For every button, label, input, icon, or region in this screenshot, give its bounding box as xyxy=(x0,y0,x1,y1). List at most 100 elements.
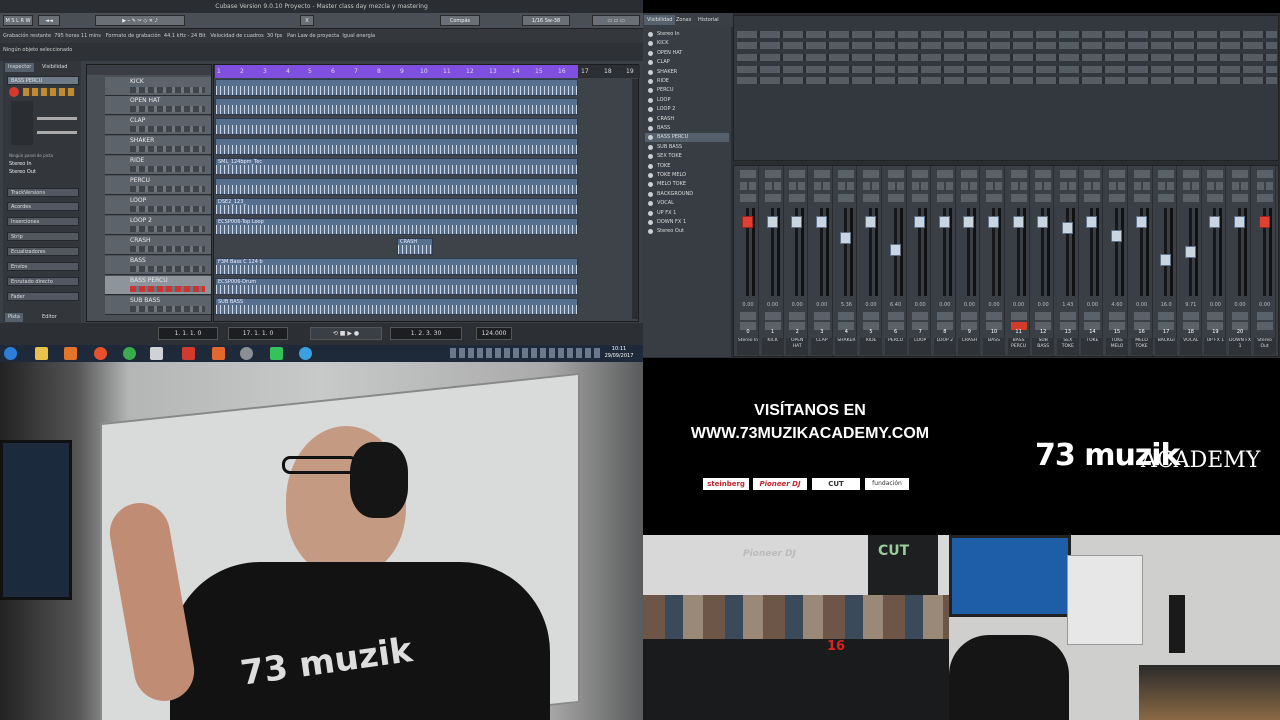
channel-name[interactable]: SUB BASS xyxy=(1032,338,1055,355)
solo-button[interactable] xyxy=(872,182,879,190)
solo-button[interactable] xyxy=(896,182,904,190)
solo-button[interactable] xyxy=(1093,182,1101,190)
monitor-button[interactable] xyxy=(1158,312,1175,320)
monitor-button[interactable] xyxy=(1256,312,1273,320)
track-row[interactable]: LOOP xyxy=(105,196,211,215)
windows-start-icon[interactable] xyxy=(4,347,17,360)
visibility-item[interactable]: MELO TOKE xyxy=(645,180,729,189)
grid-mode-select[interactable]: Compás xyxy=(440,15,480,26)
channel-name[interactable]: LOOP xyxy=(909,338,932,355)
input-slot[interactable] xyxy=(764,170,781,178)
pan-control[interactable] xyxy=(986,194,1002,202)
visibility-item[interactable]: LOOP xyxy=(645,96,729,105)
mute-button[interactable] xyxy=(1158,182,1166,190)
mute-button[interactable] xyxy=(936,182,944,190)
visibility-item[interactable]: TOKE MELO xyxy=(645,171,729,180)
solo-button[interactable] xyxy=(970,182,978,190)
visibility-item[interactable]: Stereo Out xyxy=(645,227,729,236)
input-slot[interactable] xyxy=(1059,170,1076,178)
channel-name[interactable]: Stereo In xyxy=(737,338,759,355)
fader-cap[interactable] xyxy=(1037,216,1049,228)
track-buttons[interactable] xyxy=(130,206,205,212)
pan-control[interactable] xyxy=(1059,194,1076,202)
solo-button[interactable] xyxy=(1044,182,1052,190)
channel-name[interactable]: CLAP xyxy=(810,338,833,355)
monitor-button[interactable] xyxy=(740,312,756,320)
solo-button[interactable] xyxy=(945,182,953,190)
visibility-item[interactable]: SEX TOKE xyxy=(645,152,729,161)
pan-control[interactable] xyxy=(813,194,830,202)
pan-control[interactable] xyxy=(961,194,978,202)
tab-visibility[interactable]: Visibilidad xyxy=(39,63,70,72)
track-buttons[interactable] xyxy=(130,266,205,272)
pan-control[interactable] xyxy=(1232,194,1248,202)
fader-cap[interactable] xyxy=(1086,216,1098,228)
track-row[interactable]: BASS xyxy=(105,256,211,275)
tool-buttons[interactable]: ▶ ⎯ ✎ ✂ ◇ ✕ ♪ xyxy=(95,15,185,26)
app-orange-icon[interactable] xyxy=(212,347,225,360)
solo-button[interactable] xyxy=(1142,182,1150,190)
monitor-button[interactable] xyxy=(986,312,1002,320)
channel-name[interactable]: MELO TOKE xyxy=(1130,338,1153,355)
mute-button[interactable] xyxy=(1109,182,1116,190)
monitor-button[interactable] xyxy=(887,312,904,320)
visibility-item[interactable]: TOKE xyxy=(645,162,729,171)
monitor-button[interactable] xyxy=(1059,312,1076,320)
monitor-button[interactable] xyxy=(813,312,830,320)
tempo-display[interactable]: 124.000 xyxy=(476,327,512,340)
monitor-button[interactable] xyxy=(1084,312,1101,320)
pan-control[interactable] xyxy=(1158,194,1175,202)
pan-control[interactable] xyxy=(1010,194,1027,202)
output-routing[interactable]: Stereo Out xyxy=(9,169,36,175)
visibility-item[interactable]: SUB BASS xyxy=(645,143,729,152)
audio-part-loop-2[interactable]: ECSP006-Top Loop xyxy=(215,218,578,235)
track-row[interactable]: OPEN HAT xyxy=(105,96,211,115)
solo-button[interactable] xyxy=(921,182,929,190)
tab-editor[interactable]: Editor xyxy=(39,313,60,322)
mute-button[interactable] xyxy=(1059,182,1067,190)
channel-name[interactable]: VOCAL xyxy=(1179,338,1202,355)
volume-pan-knob[interactable] xyxy=(11,101,33,145)
app-green-icon[interactable] xyxy=(270,347,283,360)
tab-zones[interactable]: Zonas xyxy=(673,15,694,25)
vertical-scrollbar[interactable] xyxy=(632,79,638,319)
timeline-ruler[interactable]: 1 2 3 4 5 6 7 8 9 10 11 12 13 14 15 16 1… xyxy=(214,65,640,78)
solo-button[interactable] xyxy=(1118,182,1125,190)
input-slot[interactable] xyxy=(912,170,929,178)
pan-control[interactable] xyxy=(740,194,756,202)
inserts-rack[interactable] xyxy=(737,42,1277,49)
channel-racks[interactable] xyxy=(733,15,1279,161)
audio-part-ride[interactable]: SML_124bpm_Tec xyxy=(215,158,578,175)
mute-button[interactable] xyxy=(961,182,969,190)
visibility-item[interactable]: BASS xyxy=(645,124,729,133)
visibility-item[interactable]: LOOP 2 xyxy=(645,105,729,114)
solo-button[interactable] xyxy=(1167,182,1175,190)
mode-buttons[interactable]: M S L R W xyxy=(3,15,33,26)
fader-cap[interactable] xyxy=(1061,222,1073,234)
pan-control[interactable] xyxy=(887,194,904,202)
input-routing[interactable]: Stereo In xyxy=(9,161,32,167)
visibility-item[interactable]: CLAP xyxy=(645,58,729,67)
visibility-item[interactable]: BACKGROUND xyxy=(645,190,729,199)
track-buttons[interactable] xyxy=(130,166,205,172)
mute-button[interactable] xyxy=(789,182,797,190)
pan-control[interactable] xyxy=(1182,194,1199,202)
track-buttons[interactable] xyxy=(130,186,205,192)
section-direct-routing[interactable]: Enrutado directo xyxy=(7,277,79,286)
input-slot[interactable] xyxy=(1035,170,1052,178)
monitor-button[interactable] xyxy=(1232,312,1248,320)
channel-name[interactable]: SEX TOKE xyxy=(1056,338,1079,355)
fader-cap[interactable] xyxy=(1012,216,1024,228)
cubase-icon[interactable] xyxy=(150,347,163,360)
track-row[interactable]: KICK xyxy=(105,77,211,96)
solo-button[interactable] xyxy=(1241,182,1248,190)
input-slot[interactable] xyxy=(1109,170,1125,178)
transport-mini[interactable]: ◄◄ xyxy=(38,15,60,26)
channel-name[interactable]: RIDE xyxy=(860,338,882,355)
mute-button[interactable] xyxy=(986,182,993,190)
track-buttons[interactable] xyxy=(130,126,205,132)
fader-cap[interactable] xyxy=(988,216,999,228)
visibility-item[interactable]: DOWN FX 1 xyxy=(645,218,729,227)
solo-button[interactable] xyxy=(1191,182,1199,190)
fader-cap[interactable] xyxy=(1160,254,1172,266)
